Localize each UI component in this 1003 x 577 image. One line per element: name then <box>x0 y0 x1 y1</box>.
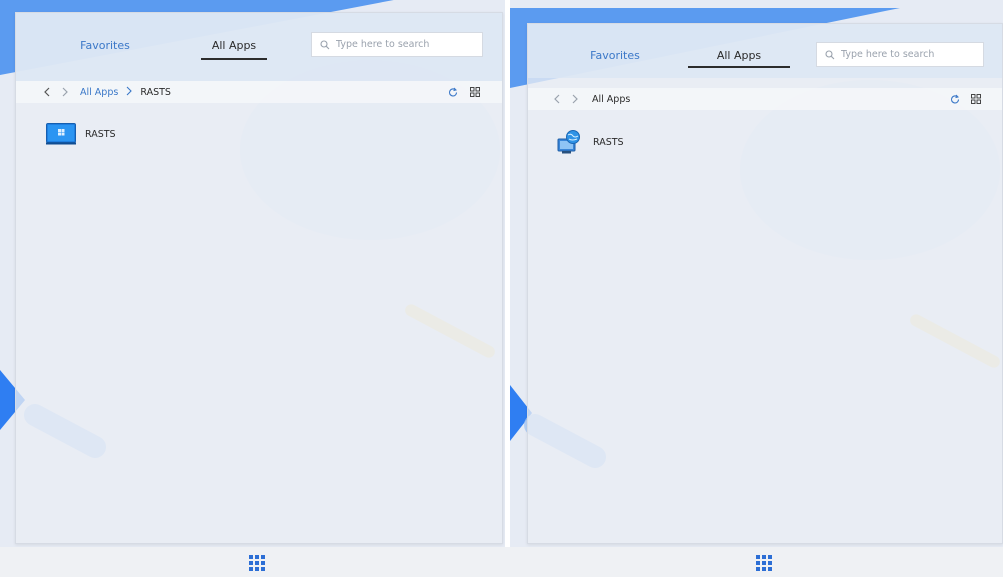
breadcrumb-current: All Apps <box>592 93 631 105</box>
breadcrumb-current: RASTS <box>140 87 171 98</box>
grid-dot <box>768 555 772 559</box>
windows-monitor-icon <box>46 123 76 145</box>
search-input[interactable] <box>841 49 961 60</box>
navigation-bar: All Apps RASTS <box>16 81 502 103</box>
grid-dot <box>756 561 760 565</box>
search-box[interactable] <box>816 42 984 67</box>
grid-dot <box>261 561 265 565</box>
view-toggle-button[interactable] <box>969 92 983 106</box>
tab-label: All Apps <box>211 39 257 52</box>
grid-view-icon <box>470 87 480 97</box>
tab-favorites[interactable]: Favorites <box>80 39 130 52</box>
refresh-icon <box>449 87 458 97</box>
grid-dot <box>261 555 265 559</box>
grid-dot <box>756 567 760 571</box>
grid-dot <box>249 561 253 565</box>
forward-button[interactable] <box>58 85 72 99</box>
grid-dot <box>756 555 760 559</box>
refresh-button[interactable] <box>446 85 460 99</box>
grid-dot <box>762 561 766 565</box>
tab-label: Favorites <box>590 49 640 62</box>
grid-dot <box>255 561 259 565</box>
app-label: RASTS <box>85 128 116 140</box>
apps-launcher-button[interactable] <box>249 555 267 573</box>
grid-dot <box>255 567 259 571</box>
breadcrumb-all-apps[interactable]: All Apps <box>80 87 118 98</box>
left-pane: Favorites All Apps All Apps <box>0 0 505 547</box>
tab-label: Favorites <box>80 39 130 52</box>
grid-dot <box>255 555 259 559</box>
grid-dot <box>768 567 772 571</box>
launcher-header: Favorites All Apps <box>16 13 502 81</box>
taskbar <box>0 547 1003 577</box>
breadcrumb: All Apps RASTS <box>80 86 171 98</box>
grid-dot <box>762 567 766 571</box>
tab-favorites[interactable]: Favorites <box>590 49 640 62</box>
tab-label: All Apps <box>716 49 762 62</box>
navigation-bar: All Apps <box>528 88 1002 110</box>
grid-view-icon <box>971 94 981 104</box>
apps-launcher-button[interactable] <box>756 555 774 573</box>
chevron-right-icon <box>572 94 578 104</box>
chevron-right-icon <box>62 87 68 97</box>
grid-dot <box>249 567 253 571</box>
tab-all-apps[interactable]: All Apps <box>201 39 267 60</box>
refresh-icon <box>951 94 960 104</box>
launcher-header: Favorites All Apps <box>528 24 1002 78</box>
search-icon <box>320 39 330 49</box>
grid-dot <box>261 567 265 571</box>
refresh-button[interactable] <box>948 92 962 106</box>
back-button[interactable] <box>40 85 54 99</box>
right-pane: Favorites All Apps All Apps <box>510 0 1003 547</box>
grid-dot <box>762 555 766 559</box>
tab-all-apps[interactable]: All Apps <box>688 49 790 68</box>
app-launcher-window: Favorites All Apps All Apps <box>527 23 1003 544</box>
app-launcher-window: Favorites All Apps All Apps <box>15 12 503 544</box>
search-box[interactable] <box>311 32 483 57</box>
active-tab-indicator <box>201 58 267 60</box>
grid-dot <box>249 555 253 559</box>
search-input[interactable] <box>336 39 456 50</box>
grid-dot <box>768 561 772 565</box>
breadcrumb-separator-icon <box>126 86 133 96</box>
view-toggle-button[interactable] <box>468 85 482 99</box>
app-item-rasts[interactable]: RASTS <box>46 123 116 145</box>
globe-computer-icon <box>557 130 580 154</box>
forward-button[interactable] <box>568 92 582 106</box>
app-label: RASTS <box>593 136 624 148</box>
back-button[interactable] <box>550 92 564 106</box>
chevron-left-icon <box>554 94 560 104</box>
search-icon <box>825 49 835 59</box>
app-item-rasts[interactable]: RASTS <box>556 129 624 155</box>
chevron-left-icon <box>44 87 50 97</box>
active-tab-indicator <box>688 66 790 68</box>
